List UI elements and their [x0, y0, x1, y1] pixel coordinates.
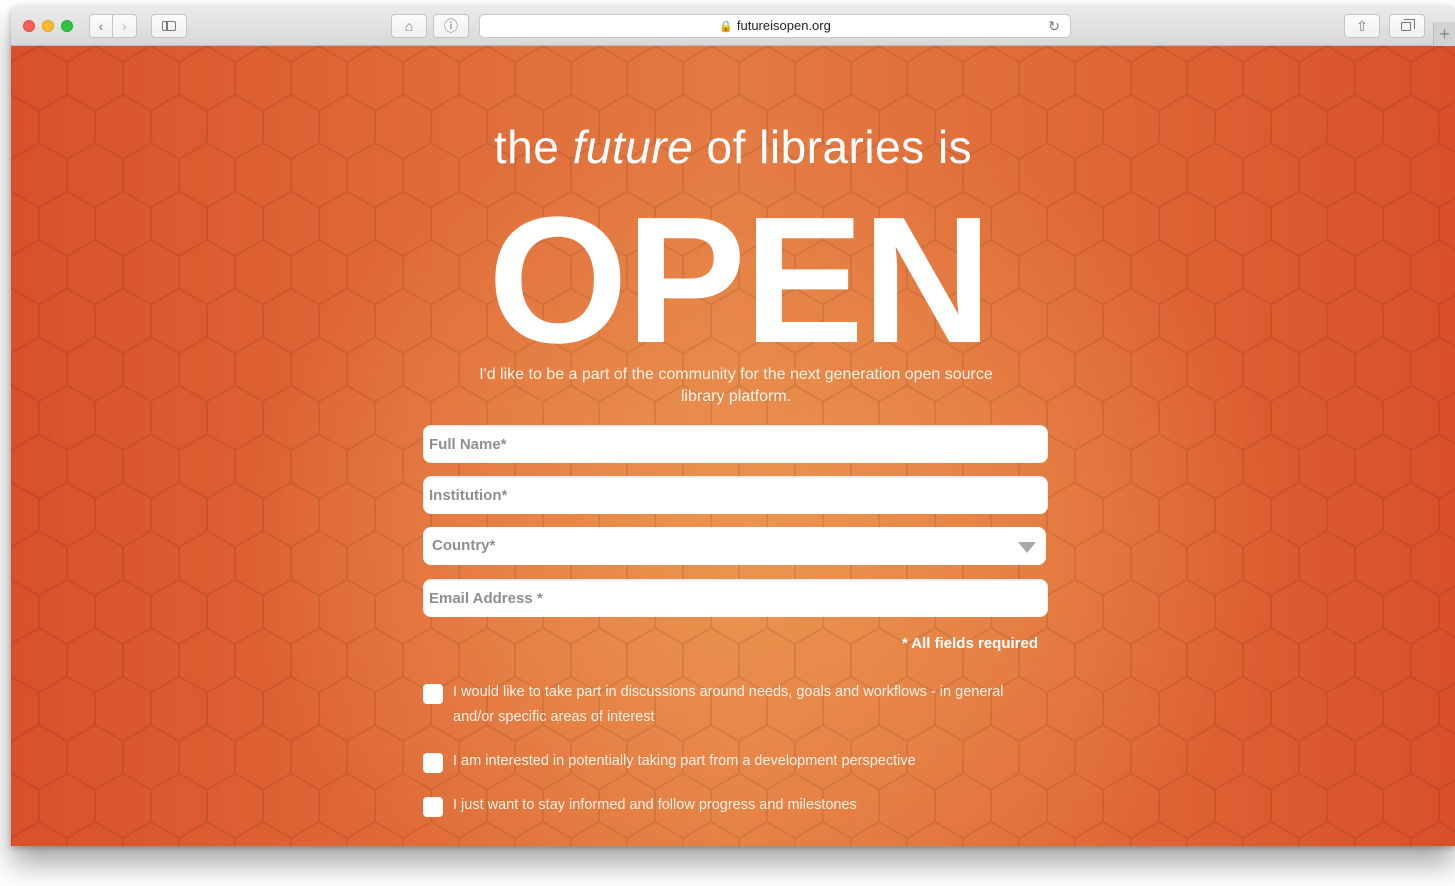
back-button[interactable]: ‹	[89, 14, 113, 38]
page-background: the future of libraries is OPEN I'd like…	[11, 46, 1455, 846]
signup-section: the future of libraries is OPEN I'd like…	[11, 46, 1455, 846]
browser-toolbar: ‹ › ⌂ ⓘ 🔒 futureisopen.org ↻ ⇧ +	[11, 6, 1455, 46]
forward-button[interactable]: ›	[113, 14, 137, 38]
address-bar[interactable]: 🔒 futureisopen.org ↻	[479, 14, 1071, 38]
reload-icon[interactable]: ↻	[1048, 15, 1060, 37]
show-tabs-button[interactable]	[1389, 14, 1425, 38]
email-input[interactable]	[423, 579, 1048, 617]
close-window-button[interactable]	[23, 20, 35, 32]
minimize-window-button[interactable]	[42, 20, 54, 32]
sidebar-icon	[162, 21, 176, 31]
full-name-input[interactable]	[423, 425, 1048, 463]
headline-emphasis: future	[572, 121, 694, 173]
development-checkbox[interactable]	[423, 753, 443, 773]
tabs-icon	[1401, 19, 1415, 31]
new-tab-button[interactable]: +	[1433, 22, 1455, 46]
stay-informed-checkbox[interactable]	[423, 797, 443, 817]
discussions-checkbox[interactable]	[423, 684, 443, 704]
checkbox-label: I am interested in potentially taking pa…	[453, 753, 916, 769]
checkbox-label: I would like to take part in discussions…	[453, 684, 1004, 725]
open-wordmark: OPEN	[487, 180, 992, 381]
zoom-window-button[interactable]	[61, 20, 73, 32]
checkbox-label: I just want to stay informed and follow …	[453, 797, 857, 813]
home-button[interactable]: ⌂	[391, 14, 427, 38]
institution-input[interactable]	[423, 476, 1048, 514]
dropdown-arrow-icon	[1018, 542, 1036, 553]
country-select-label: Country*	[432, 537, 496, 554]
lock-icon: 🔒	[719, 21, 733, 33]
privacy-report-button[interactable]: ⓘ	[433, 14, 469, 38]
sidebar-toggle-button[interactable]	[151, 14, 187, 38]
tagline: I'd like to be a part of the community f…	[479, 366, 993, 405]
browser-window: ‹ › ⌂ ⓘ 🔒 futureisopen.org ↻ ⇧ + the fut…	[11, 6, 1455, 846]
share-button[interactable]: ⇧	[1344, 14, 1380, 38]
required-fields-note: * All fields required	[901, 635, 1038, 652]
page-headline: the future of libraries is	[493, 121, 973, 173]
url-text: futureisopen.org	[736, 18, 831, 33]
country-select[interactable]: Country*	[423, 527, 1046, 565]
